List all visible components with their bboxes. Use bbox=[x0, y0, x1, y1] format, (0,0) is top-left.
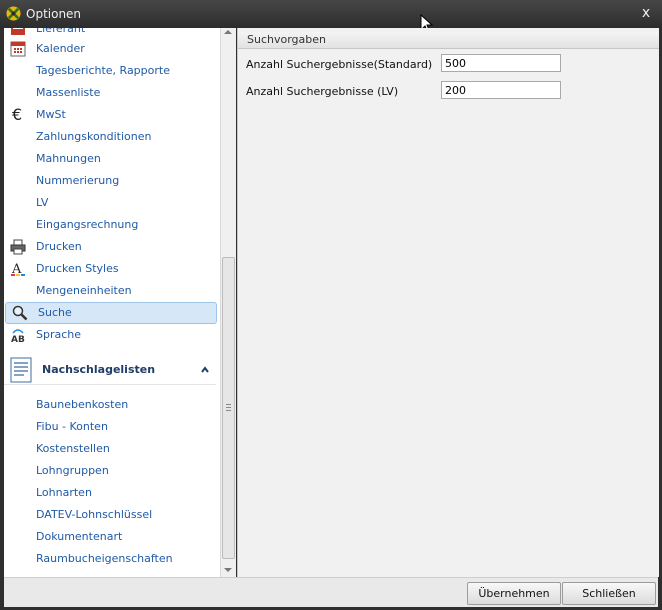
calendar-icon bbox=[10, 41, 26, 57]
title-bar[interactable]: Optionen x bbox=[0, 0, 662, 34]
sidebar-item-zahlungskonditionen[interactable]: Zahlungskonditionen bbox=[4, 127, 216, 147]
sidebar-item-lohnarten[interactable]: Lohnarten bbox=[4, 483, 216, 503]
sidebar-item-drucken[interactable]: Drucken bbox=[4, 237, 216, 257]
options-window: Optionen x Lieferant Kalender Tagesberic… bbox=[0, 0, 662, 610]
options-content-panel: Suchvorgaben Anzahl Suchergebnisse(Stand… bbox=[237, 28, 659, 577]
apply-button[interactable]: Übernehmen bbox=[467, 582, 561, 605]
close-window-button[interactable]: x bbox=[638, 5, 654, 21]
dialog-footer: Übernehmen Schließen bbox=[4, 577, 658, 607]
sidebar-item-suche[interactable]: Suche bbox=[5, 302, 217, 324]
sidebar-item-fibu-konten[interactable]: Fibu - Konten bbox=[4, 417, 216, 437]
options-navigation: Lieferant Kalender Tagesberichte, Rappor… bbox=[4, 28, 221, 577]
svg-text:AB: AB bbox=[11, 335, 25, 343]
sidebar-item-kostenstellen[interactable]: Kostenstellen bbox=[4, 439, 216, 459]
sidebar-item-mwst[interactable]: € MwSt bbox=[4, 105, 216, 125]
euro-icon: € bbox=[12, 105, 23, 124]
group-label: Nachschlagelisten bbox=[42, 363, 156, 376]
sidebar-item-dokumentenart[interactable]: Dokumentenart bbox=[4, 527, 216, 547]
sidebar-item-sprache[interactable]: AB Sprache bbox=[4, 325, 216, 345]
sidebar-item-tagesberichte[interactable]: Tagesberichte, Rapporte bbox=[4, 61, 216, 81]
app-logo-icon bbox=[6, 6, 21, 21]
sidebar-item-drucken-styles[interactable]: A Drucken Styles bbox=[4, 259, 216, 279]
lv-results-label: Anzahl Suchergebnisse (LV) bbox=[246, 85, 399, 98]
search-icon bbox=[12, 305, 28, 321]
scroll-up-arrow-icon[interactable] bbox=[224, 30, 232, 34]
printer-icon bbox=[10, 239, 26, 255]
standard-results-label: Anzahl Suchergebnisse(Standard) bbox=[246, 58, 433, 71]
font-style-icon: A bbox=[11, 262, 25, 277]
standard-results-input[interactable] bbox=[441, 54, 561, 72]
sidebar-item-eingangsrechnung[interactable]: Eingangsrechnung bbox=[4, 215, 216, 235]
sidebar-item-mengeneinheiten[interactable]: Mengeneinheiten bbox=[4, 281, 216, 301]
group-header-nachschlagelisten[interactable]: Nachschlagelisten bbox=[4, 354, 216, 385]
sidebar-item-mahnungen[interactable]: Mahnungen bbox=[4, 149, 216, 169]
sidebar-item-massenliste[interactable]: Massenliste bbox=[4, 83, 216, 103]
section-header: Suchvorgaben bbox=[238, 32, 659, 49]
section-title: Suchvorgaben bbox=[247, 33, 326, 46]
sidebar-item-lohngruppen[interactable]: Lohngruppen bbox=[4, 461, 216, 481]
sidebar-item-datev-lohnschluessel[interactable]: DATEV-Lohnschlüssel bbox=[4, 505, 216, 525]
grip-icon bbox=[226, 404, 231, 413]
sidebar-item-raumbucheigenschaften[interactable]: Raumbucheigenschaften bbox=[4, 549, 216, 569]
language-icon: AB bbox=[11, 329, 25, 343]
sidebar-item-nummerierung[interactable]: Nummerierung bbox=[4, 171, 216, 191]
scroll-down-arrow-icon[interactable] bbox=[224, 568, 232, 572]
sidebar-scrollbar[interactable] bbox=[220, 28, 236, 577]
sidebar-item-lieferant[interactable]: Lieferant bbox=[4, 28, 216, 39]
sidebar-item-kalender[interactable]: Kalender bbox=[4, 39, 216, 59]
sidebar-item-lv[interactable]: LV bbox=[4, 193, 216, 213]
lv-results-input[interactable] bbox=[441, 81, 561, 99]
supplier-icon bbox=[11, 28, 25, 35]
close-button[interactable]: Schließen bbox=[562, 582, 656, 605]
chevron-up-icon[interactable] bbox=[201, 366, 209, 374]
sidebar-item-baunebenkosten[interactable]: Baunebenkosten bbox=[4, 395, 216, 415]
window-title: Optionen bbox=[26, 7, 82, 21]
document-list-icon bbox=[10, 357, 32, 383]
scrollbar-thumb[interactable] bbox=[222, 257, 235, 559]
